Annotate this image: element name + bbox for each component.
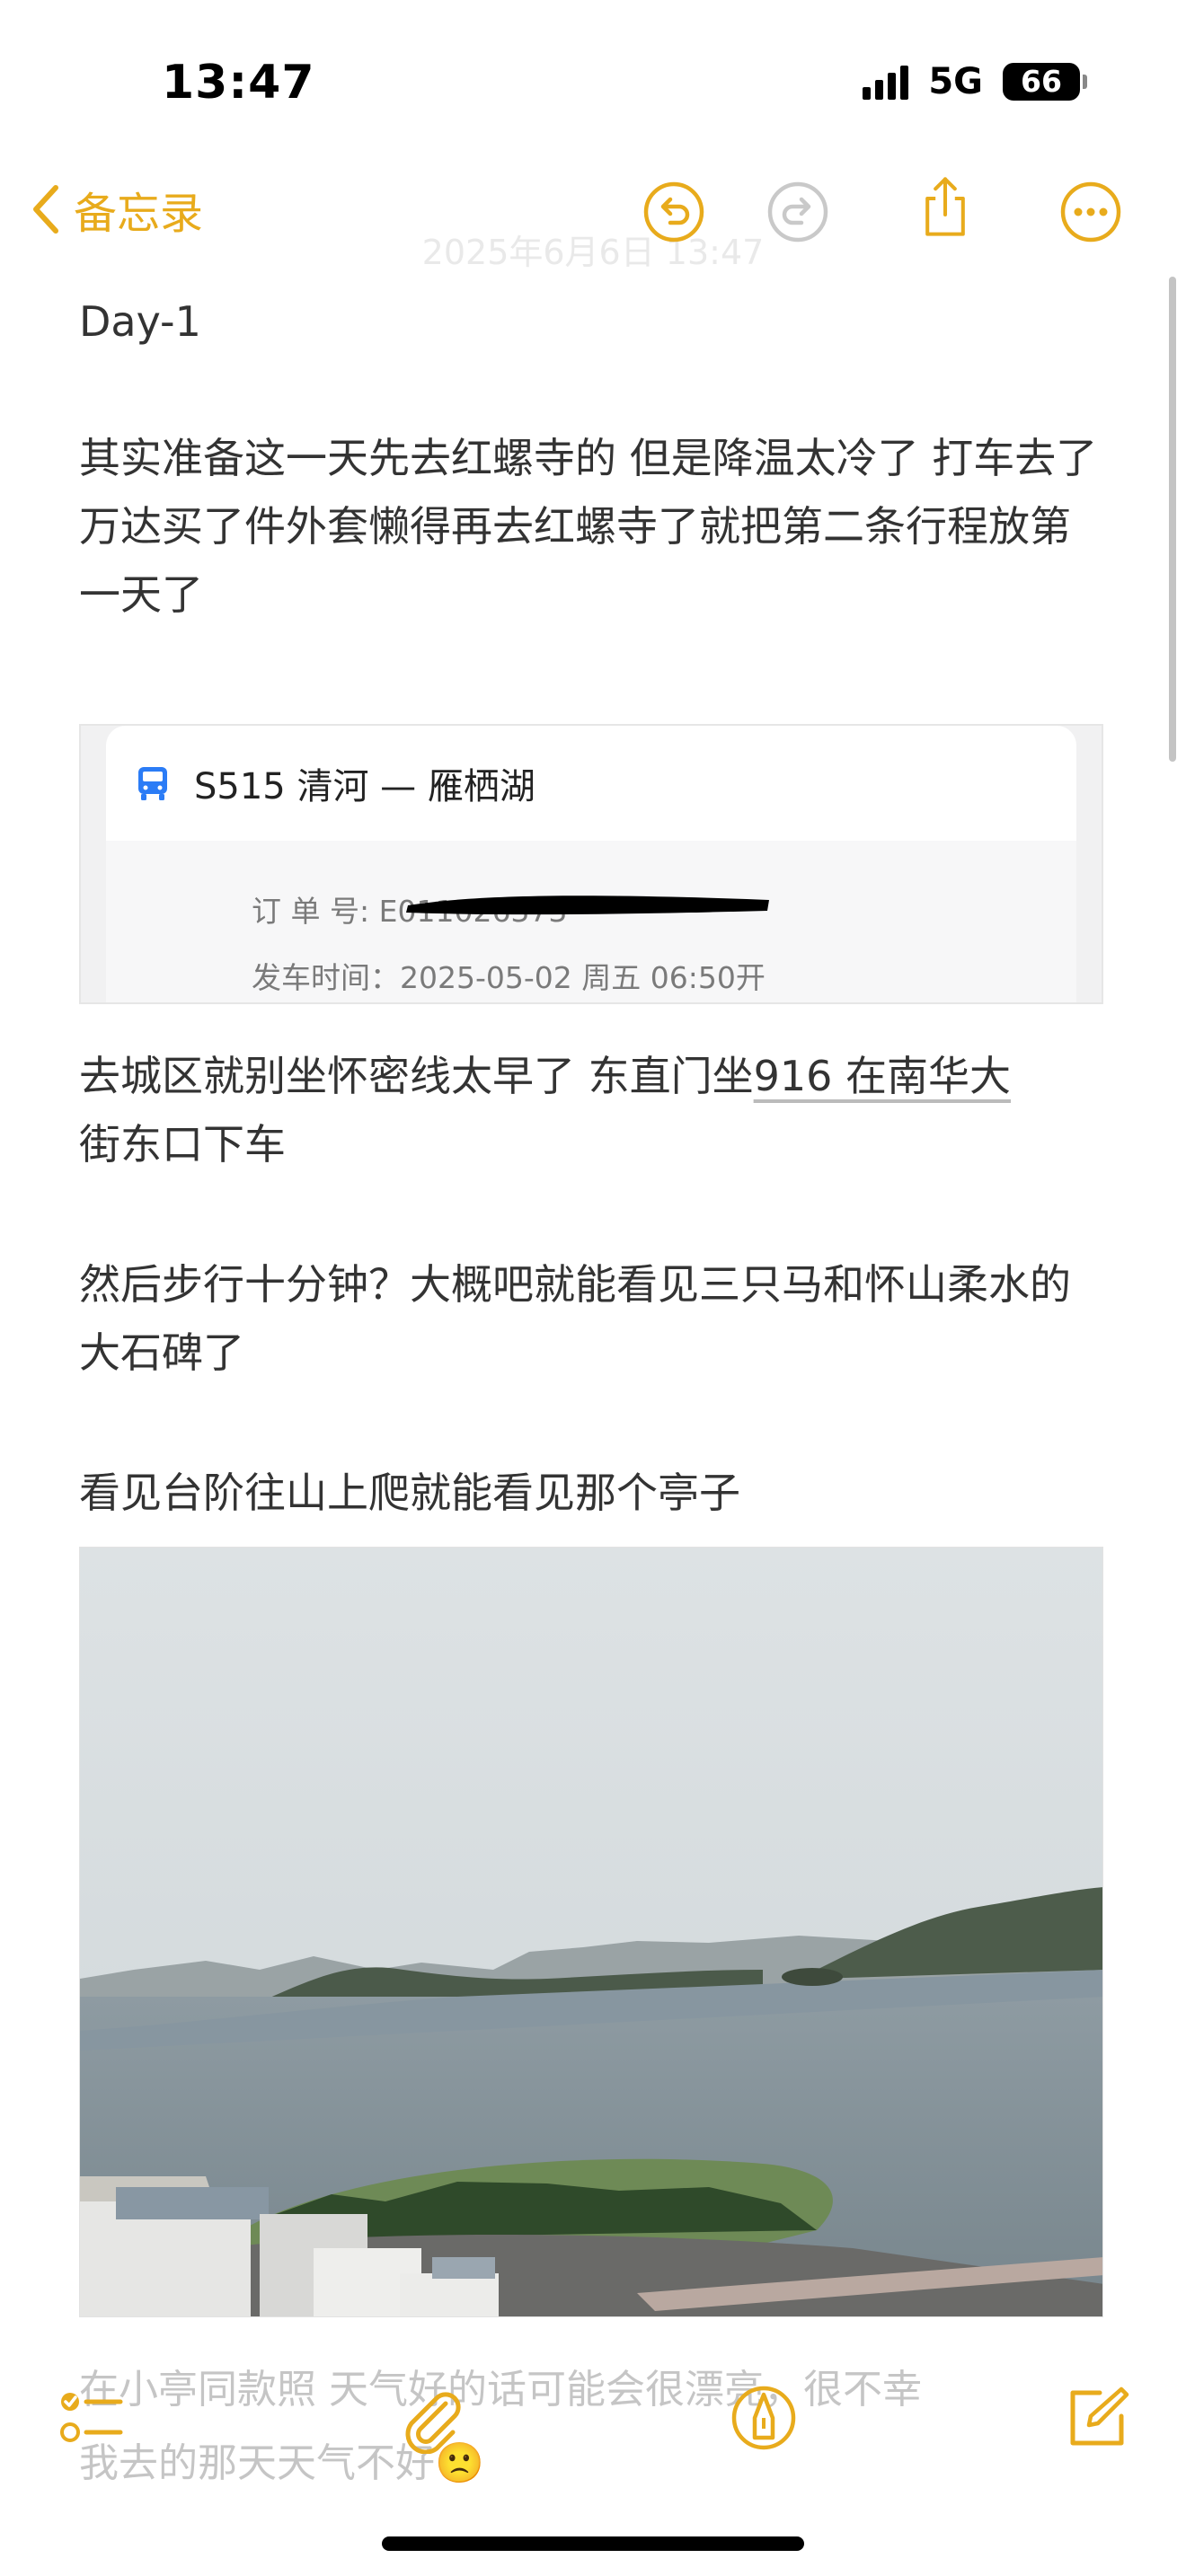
battery-icon: 66 (1003, 63, 1087, 101)
note-paragraph-2: 去城区就别坐怀密线太早了 东直门坐916 在南华大 街东口下车 (79, 1052, 1012, 1169)
redo-icon[interactable] (766, 180, 830, 244)
checklist-icon[interactable] (56, 2382, 128, 2454)
scrollbar[interactable] (1169, 277, 1176, 762)
note-section-2: 去城区就别坐怀密线太早了 东直门坐916 在南华大 街东口下车 然后步行十分钟？… (79, 1042, 1103, 1527)
note-overflow-text: 在小亭同款照 天气好的话可能会很漂亮，很不幸 我去的那天天气不好🙁 (79, 2367, 922, 2486)
status-time: 13:47 (162, 56, 315, 110)
depart-time: 发车时间：2025-05-02 周五 06:50开 (252, 960, 766, 995)
battery-level: 66 (1021, 64, 1062, 99)
undo-icon[interactable] (642, 180, 706, 244)
bus-icon (138, 767, 167, 800)
paperclip-icon[interactable] (395, 2382, 467, 2454)
chevron-left-icon (33, 185, 58, 234)
redaction-scribble (406, 895, 769, 915)
signal-icon (863, 64, 909, 100)
ticket-route: S515 清河 — 雁栖湖 (194, 766, 535, 807)
share-icon[interactable] (913, 174, 978, 239)
bus-route-link[interactable]: 916 在南华大 (754, 1052, 1011, 1100)
note-heading: Day-1 (79, 297, 201, 346)
lake-photo-image (80, 1548, 1102, 2316)
note-paragraph-1: 其实准备这一天先去红螺寺的 但是降温太冷了 打车去了万达买了件外套懒得再去红螺寺… (79, 434, 1098, 619)
network-type: 5G (928, 61, 983, 102)
compose-icon[interactable] (1060, 2382, 1132, 2454)
more-icon[interactable] (1058, 180, 1123, 244)
back-label: 备忘录 (74, 189, 204, 239)
pen-icon[interactable] (728, 2382, 800, 2454)
note-editor[interactable]: Day-1 其实准备这一天先去红螺寺的 但是降温太冷了 打车去了万达买了件外套懒… (79, 287, 1103, 629)
lake-photo[interactable] (79, 1547, 1103, 2317)
home-indicator[interactable] (382, 2536, 804, 2551)
note-paragraph-4: 看见台阶往山上爬就能看见那个亭子 (79, 1469, 740, 1517)
ticket-header: S515 清河 — 雁栖湖 (106, 726, 1076, 841)
ticket-card[interactable]: S515 清河 — 雁栖湖 订 单 号: E011026373 发车时间：202… (79, 724, 1103, 1004)
note-paragraph-3: 然后步行十分钟？大概吧就能看见三只马和怀山柔水的大石碑了 (79, 1260, 1071, 1377)
back-button[interactable]: 备忘录 (29, 178, 203, 241)
status-indicators: 5G 66 (863, 61, 1087, 102)
